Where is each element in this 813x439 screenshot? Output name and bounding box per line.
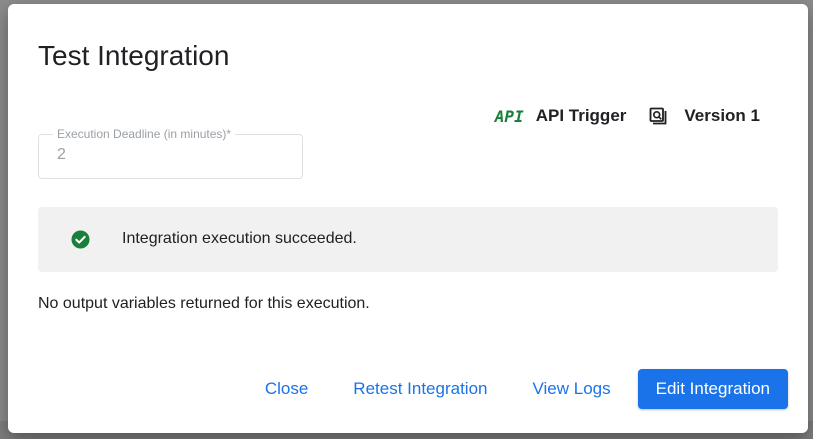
integration-meta: API API Trigger Version 1 [495,106,760,126]
edit-integration-button[interactable]: Edit Integration [637,369,788,409]
test-integration-dialog: Test Integration API API Trigger Version… [8,4,808,433]
output-variables-note: No output variables returned for this ex… [38,295,370,312]
retest-integration-button[interactable]: Retest Integration [344,371,496,407]
execution-status-banner: Integration execution succeeded. [38,207,778,272]
api-icon: API [494,106,524,126]
trigger-label: API Trigger [535,106,627,125]
dialog-title: Test Integration [38,40,230,71]
status-message: Integration execution succeeded. [122,230,357,247]
execution-deadline-field[interactable]: Execution Deadline (in minutes)* [38,127,303,179]
check-circle-icon [71,230,90,249]
execution-deadline-input[interactable] [57,146,257,164]
version-icon [649,107,667,125]
execution-deadline-label: Execution Deadline (in minutes)* [53,127,236,141]
version-label: Version 1 [684,106,760,125]
dialog-actions: Close Retest Integration View Logs Edit … [229,369,788,409]
view-logs-button[interactable]: View Logs [524,371,620,407]
close-button[interactable]: Close [256,371,317,407]
